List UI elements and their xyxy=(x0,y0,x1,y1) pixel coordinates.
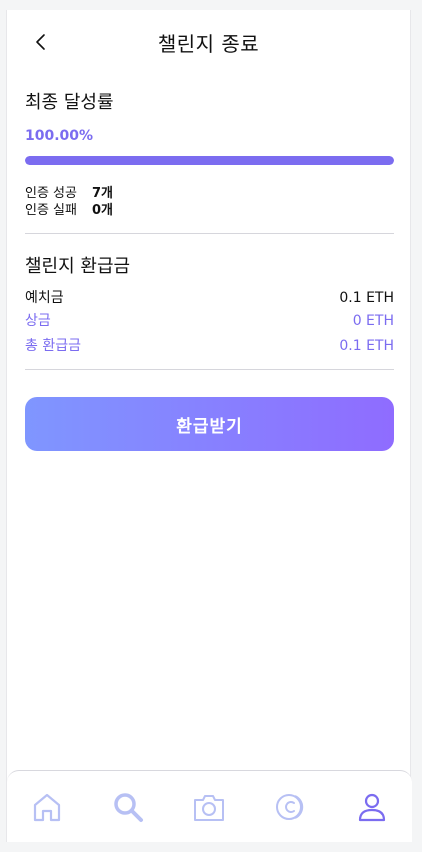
nav-home[interactable] xyxy=(29,789,65,825)
total-row: 총 환급금 0.1 ETH xyxy=(25,337,394,355)
fail-label: 인증 실패 xyxy=(25,203,77,218)
success-value: 7개 xyxy=(92,186,114,201)
nav-coin[interactable] xyxy=(273,789,309,825)
nav-search[interactable] xyxy=(110,789,146,825)
fail-row: 인증 실패 0개 xyxy=(25,202,394,219)
profile-icon xyxy=(358,793,386,822)
refund-heading: 챌린지 환급금 xyxy=(25,256,131,277)
deposit-label: 예치금 xyxy=(25,290,64,306)
achievement-progress-fill xyxy=(25,156,394,165)
refund-section: 챌린지 환급금 예치금 0.1 ETH 상금 0 ETH 총 환급금 0.1 E… xyxy=(25,252,394,355)
prize-label: 상금 xyxy=(25,313,51,329)
bottom-nav xyxy=(7,770,412,842)
home-icon xyxy=(33,793,61,822)
divider xyxy=(25,369,394,370)
divider xyxy=(25,233,394,234)
achievement-section: 최종 달성률 100.00% 인증 성공 7개 인증 실패 0개 xyxy=(25,88,394,219)
fail-value: 0개 xyxy=(92,203,114,218)
coin-icon xyxy=(276,794,304,820)
prize-row: 상금 0 ETH xyxy=(25,312,394,330)
success-label: 인증 성공 xyxy=(25,186,77,201)
total-value: 0.1 ETH xyxy=(339,338,394,354)
total-label: 총 환급금 xyxy=(25,338,81,354)
search-icon xyxy=(114,793,143,822)
camera-icon xyxy=(194,795,224,821)
achievement-heading: 최종 달성률 xyxy=(25,92,114,113)
success-row: 인증 성공 7개 xyxy=(25,185,394,202)
prize-value: 0 ETH xyxy=(352,313,394,329)
nav-camera[interactable] xyxy=(191,789,227,825)
header: 챌린지 종료 xyxy=(7,24,410,60)
nav-profile[interactable] xyxy=(354,789,390,825)
achievement-progress-bar xyxy=(25,156,394,165)
verification-stats: 인증 성공 7개 인증 실패 0개 xyxy=(25,185,394,219)
achievement-percent: 100.00% xyxy=(25,128,94,144)
page-title: 챌린지 종료 xyxy=(157,32,260,56)
deposit-row: 예치금 0.1 ETH xyxy=(25,289,394,307)
deposit-value: 0.1 ETH xyxy=(339,290,394,306)
refund-button[interactable]: 환급받기 xyxy=(25,397,394,451)
app-screen: 챌린지 종료 최종 달성률 100.00% 인증 성공 7개 인증 실패 0개 … xyxy=(6,10,412,842)
